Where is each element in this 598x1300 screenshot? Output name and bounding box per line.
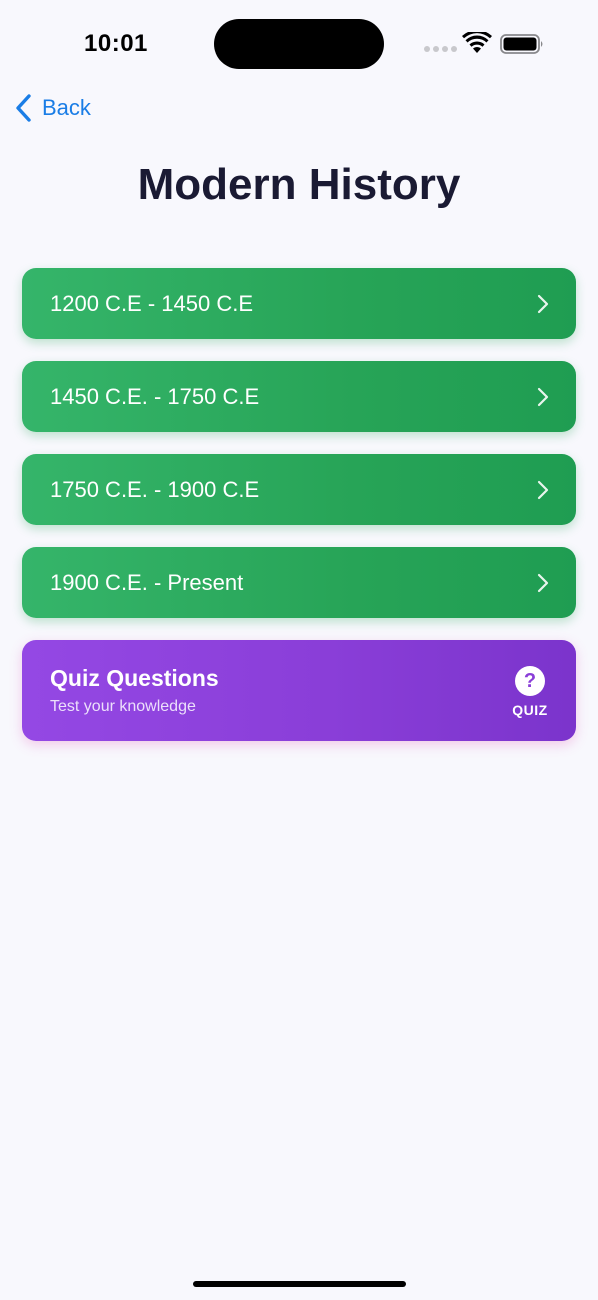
period-label: 1450 C.E. - 1750 C.E — [50, 383, 260, 409]
chevron-right-icon — [537, 387, 549, 406]
chevron-right-icon — [537, 480, 549, 499]
chevron-left-icon — [16, 94, 31, 122]
period-label: 1750 C.E. - 1900 C.E — [50, 476, 260, 502]
period-list: 1200 C.E - 1450 C.E 1450 C.E. - 1750 C.E… — [22, 268, 576, 640]
home-indicator[interactable] — [193, 1281, 406, 1287]
chevron-right-icon — [537, 573, 549, 592]
screen: 10:01 Back Modern History 1200 C.E - 145… — [0, 0, 598, 1300]
period-card-1200-1450[interactable]: 1200 C.E - 1450 C.E — [22, 268, 576, 339]
period-card-1450-1750[interactable]: 1450 C.E. - 1750 C.E — [22, 361, 576, 432]
status-bar: 10:01 — [0, 0, 598, 90]
quiz-title: Quiz Questions — [50, 665, 219, 691]
status-time: 10:01 — [84, 30, 148, 57]
page-title: Modern History — [137, 160, 461, 209]
quiz-card[interactable]: Quiz Questions Test your knowledge ? QUI… — [22, 640, 576, 741]
period-label: 1900 C.E. - Present — [50, 569, 244, 595]
quiz-badge: QUIZ — [512, 702, 548, 718]
back-button[interactable]: Back — [14, 88, 91, 128]
battery-icon — [500, 34, 543, 54]
wifi-icon — [462, 32, 492, 53]
back-label: Back — [42, 95, 91, 120]
quiz-subtitle: Test your knowledge — [50, 698, 196, 715]
question-icon: ? — [515, 666, 545, 696]
signal-dots-icon — [424, 46, 457, 52]
period-label: 1200 C.E - 1450 C.E — [50, 290, 254, 316]
chevron-right-icon — [537, 294, 549, 313]
dynamic-island — [214, 19, 384, 69]
period-card-1900-present[interactable]: 1900 C.E. - Present — [22, 547, 576, 618]
period-card-1750-1900[interactable]: 1750 C.E. - 1900 C.E — [22, 454, 576, 525]
